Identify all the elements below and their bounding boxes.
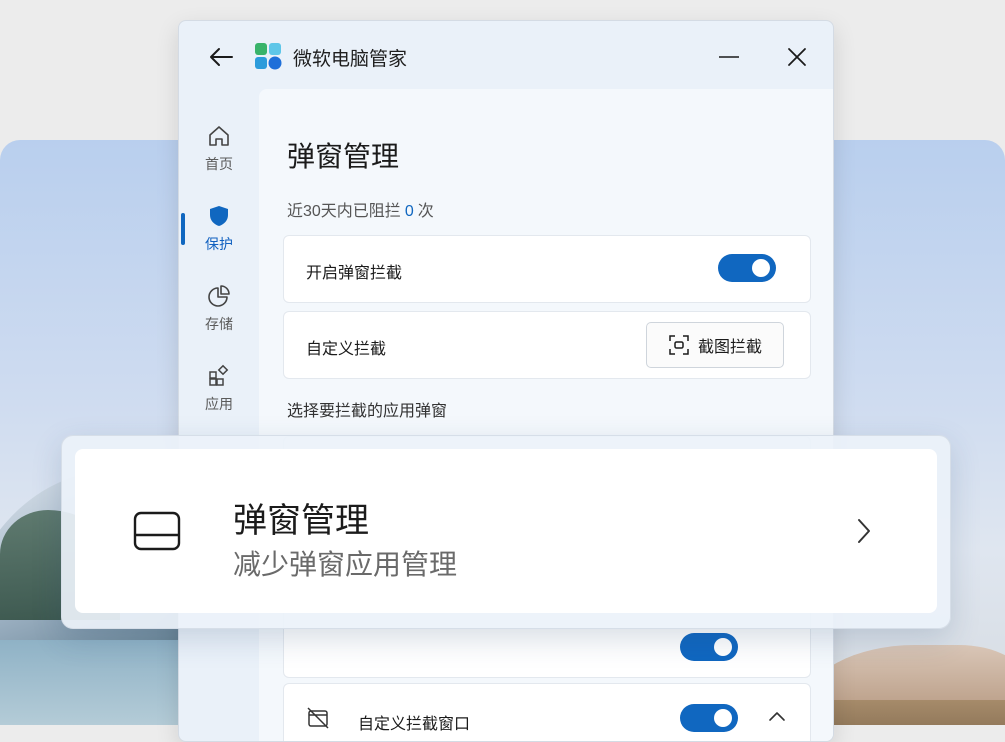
apps-icon bbox=[209, 364, 229, 386]
chevron-up-icon[interactable] bbox=[768, 710, 786, 722]
close-icon bbox=[788, 48, 806, 66]
title-bar: 微软电脑管家 bbox=[179, 21, 833, 89]
shield-icon bbox=[210, 206, 228, 226]
custom-block-card: 自定义拦截 截图拦截 bbox=[283, 311, 811, 379]
custom-window-icon bbox=[307, 707, 329, 729]
close-button[interactable] bbox=[777, 39, 817, 75]
minimize-icon bbox=[719, 56, 739, 58]
custom-window-label: 自定义拦截窗口 bbox=[358, 716, 471, 733]
nav-item-apps[interactable]: 应用 bbox=[179, 349, 259, 429]
custom-window-card: 自定义拦截窗口 bbox=[283, 683, 811, 741]
popup-management-entry[interactable]: 弹窗管理 减少弹窗应用管理 bbox=[75, 449, 937, 613]
enable-block-card: 开启弹窗拦截 bbox=[283, 235, 811, 303]
custom-window-toggle[interactable] bbox=[680, 704, 738, 732]
page-title: 弹窗管理 bbox=[287, 141, 400, 172]
nav-label: 保护 bbox=[205, 236, 233, 252]
nav-label: 首页 bbox=[205, 156, 233, 172]
blocked-prefix: 近30天内已阻拦 bbox=[287, 203, 401, 220]
enable-block-toggle[interactable] bbox=[718, 254, 776, 282]
minimize-button[interactable] bbox=[709, 39, 749, 75]
custom-block-label: 自定义拦截 bbox=[306, 341, 387, 358]
blocked-count: 0 bbox=[404, 203, 414, 220]
wallpaper-lake bbox=[0, 640, 180, 725]
arrow-left-icon bbox=[210, 48, 233, 66]
app-window: 微软电脑管家 首页 保护 存储 应用 弹窗管理 近30天内已阻拦 0 次 开启弹… bbox=[178, 20, 834, 742]
app-popup-toggle[interactable] bbox=[680, 633, 738, 661]
app-title: 微软电脑管家 bbox=[293, 49, 408, 70]
popup-window-icon bbox=[133, 511, 181, 551]
content-panel: 弹窗管理 近30天内已阻拦 0 次 开启弹窗拦截 自定义拦截 截图拦截 选择要拦截的… bbox=[259, 89, 833, 741]
screenshot-block-label: 截图拦截 bbox=[697, 339, 762, 356]
blocked-summary: 近30天内已阻拦 0 次 bbox=[287, 197, 434, 221]
nav-label: 应用 bbox=[205, 396, 233, 412]
overlay-title: 弹窗管理 bbox=[233, 502, 369, 540]
blocked-suffix: 次 bbox=[417, 203, 434, 220]
nav-item-protect[interactable]: 保护 bbox=[179, 189, 259, 269]
app-logo-icon bbox=[255, 43, 282, 70]
wallpaper-grass bbox=[805, 700, 1005, 725]
screenshot-icon bbox=[669, 335, 689, 355]
section-label: 选择要拦截的应用弹窗 bbox=[287, 403, 448, 420]
pie-chart-icon bbox=[208, 285, 230, 307]
popup-management-overlay: 弹窗管理 减少弹窗应用管理 bbox=[61, 435, 951, 629]
nav-label: 存储 bbox=[205, 316, 233, 332]
nav-item-home[interactable]: 首页 bbox=[179, 109, 259, 189]
back-button[interactable] bbox=[203, 39, 239, 75]
chevron-right-icon bbox=[858, 519, 870, 543]
home-icon bbox=[209, 126, 229, 146]
screenshot-block-button[interactable]: 截图拦截 bbox=[646, 322, 784, 368]
overlay-subtitle: 减少弹窗应用管理 bbox=[233, 549, 458, 580]
nav-rail: 首页 保护 存储 应用 bbox=[179, 109, 259, 429]
nav-item-storage[interactable]: 存储 bbox=[179, 269, 259, 349]
enable-block-label: 开启弹窗拦截 bbox=[306, 265, 403, 282]
